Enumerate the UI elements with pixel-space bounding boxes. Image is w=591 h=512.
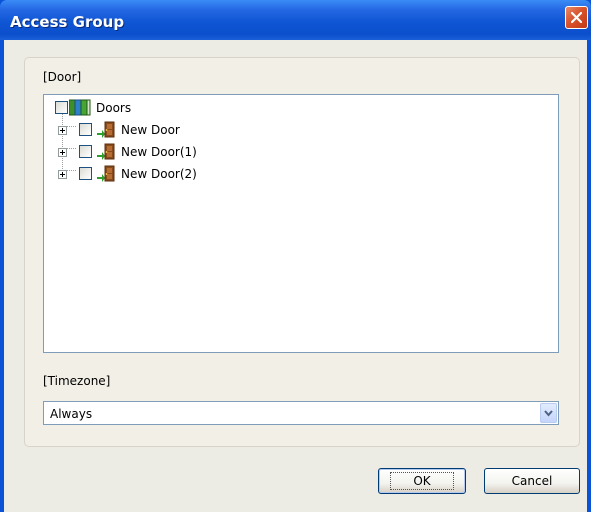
new-door-1-checkbox[interactable] <box>79 145 92 158</box>
timezone-section-label: [Timezone] <box>43 374 111 388</box>
timezone-value: Always <box>50 407 93 421</box>
tree-root-doors[interactable]: Doors <box>44 99 244 117</box>
ok-button-label: OK <box>390 472 454 490</box>
dialog-body: [Door] Doors New Door New Door(1) New Do… <box>4 40 587 512</box>
close-icon <box>571 12 582 23</box>
tree-item-label: New Door(1) <box>121 145 197 159</box>
door-icon <box>97 165 115 182</box>
tree-root-label: Doors <box>96 101 132 115</box>
expand-icon[interactable] <box>58 148 67 157</box>
new-door-checkbox[interactable] <box>79 123 92 136</box>
tree-item-new-door-2[interactable]: New Door(2) <box>44 165 264 183</box>
door-tree[interactable]: Doors New Door New Door(1) New Door(2) <box>43 94 559 353</box>
door-icon <box>97 121 115 138</box>
tree-item-new-door[interactable]: New Door <box>44 121 264 139</box>
door-icon <box>97 143 115 160</box>
timezone-select[interactable]: Always <box>43 401 559 425</box>
chevron-down-icon <box>544 410 553 417</box>
timezone-dropdown-button[interactable] <box>540 403 557 423</box>
title-bar[interactable]: Access Group <box>0 0 591 40</box>
expand-icon[interactable] <box>58 126 67 135</box>
close-button[interactable] <box>565 6 588 29</box>
new-door-2-checkbox[interactable] <box>79 167 92 180</box>
window-title: Access Group <box>10 13 125 31</box>
ok-button[interactable]: OK <box>378 468 466 494</box>
tree-item-new-door-1[interactable]: New Door(1) <box>44 143 264 161</box>
expand-icon[interactable] <box>58 170 67 179</box>
tree-item-label: New Door(2) <box>121 167 197 181</box>
settings-group: [Door] Doors New Door New Door(1) New Do… <box>24 57 580 447</box>
cancel-button[interactable]: Cancel <box>484 468 580 494</box>
door-group-icon <box>69 99 91 116</box>
access-group-dialog: Access Group [Door] Doors New Door New D… <box>0 0 591 512</box>
tree-item-label: New Door <box>121 123 180 137</box>
door-section-label: [Door] <box>43 70 82 84</box>
doors-checkbox[interactable] <box>55 101 68 114</box>
